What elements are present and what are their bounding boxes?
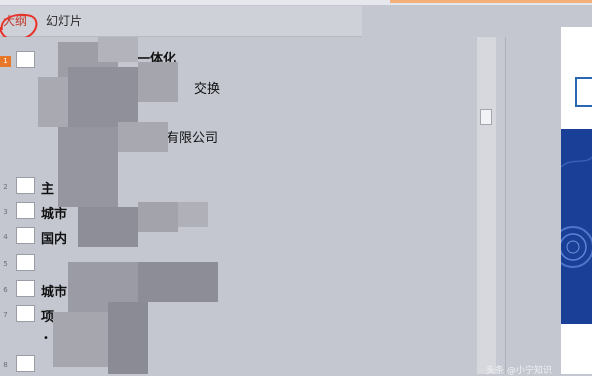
slide-icon bbox=[16, 177, 35, 194]
slide-icon bbox=[16, 355, 35, 372]
slide-icon bbox=[16, 51, 35, 68]
slide-icon bbox=[16, 305, 35, 322]
slide-icon bbox=[16, 280, 35, 297]
slide-canvas[interactable] bbox=[561, 27, 592, 374]
slide-number: 6 bbox=[3, 286, 8, 294]
pixelated-redaction bbox=[38, 37, 228, 374]
slide-icon bbox=[16, 254, 35, 271]
slide-icon bbox=[16, 227, 35, 244]
slide-number: 7 bbox=[3, 311, 8, 319]
outline-slides-tabbar: 大纲 幻灯片 bbox=[0, 6, 362, 41]
window-accent-bar bbox=[390, 0, 592, 3]
slide-number: 2 bbox=[3, 183, 8, 191]
outline-scrollbar[interactable] bbox=[477, 37, 496, 374]
slide-preview-pane[interactable] bbox=[506, 5, 592, 374]
slide-footer bbox=[561, 324, 592, 374]
slide-number: 8 bbox=[3, 361, 8, 369]
slide-number: 5 bbox=[3, 260, 8, 268]
slide-icon bbox=[16, 202, 35, 219]
slide-number: 3 bbox=[3, 208, 8, 216]
slide-title-box bbox=[575, 77, 592, 107]
swirl-graphic-icon bbox=[561, 156, 592, 268]
tab-slides[interactable]: 幻灯片 bbox=[46, 13, 82, 29]
scrollbar-thumb[interactable] bbox=[480, 109, 492, 125]
slide-number: 4 bbox=[3, 233, 8, 241]
outline-panel[interactable]: 1 一一体化 交换 有限公司 2 主 3 城市 4 国内 5 6 城市 问题 7… bbox=[0, 37, 476, 374]
watermark-text: 头条 @小宁知识 bbox=[486, 366, 552, 376]
slide-number: 1 bbox=[0, 56, 11, 67]
